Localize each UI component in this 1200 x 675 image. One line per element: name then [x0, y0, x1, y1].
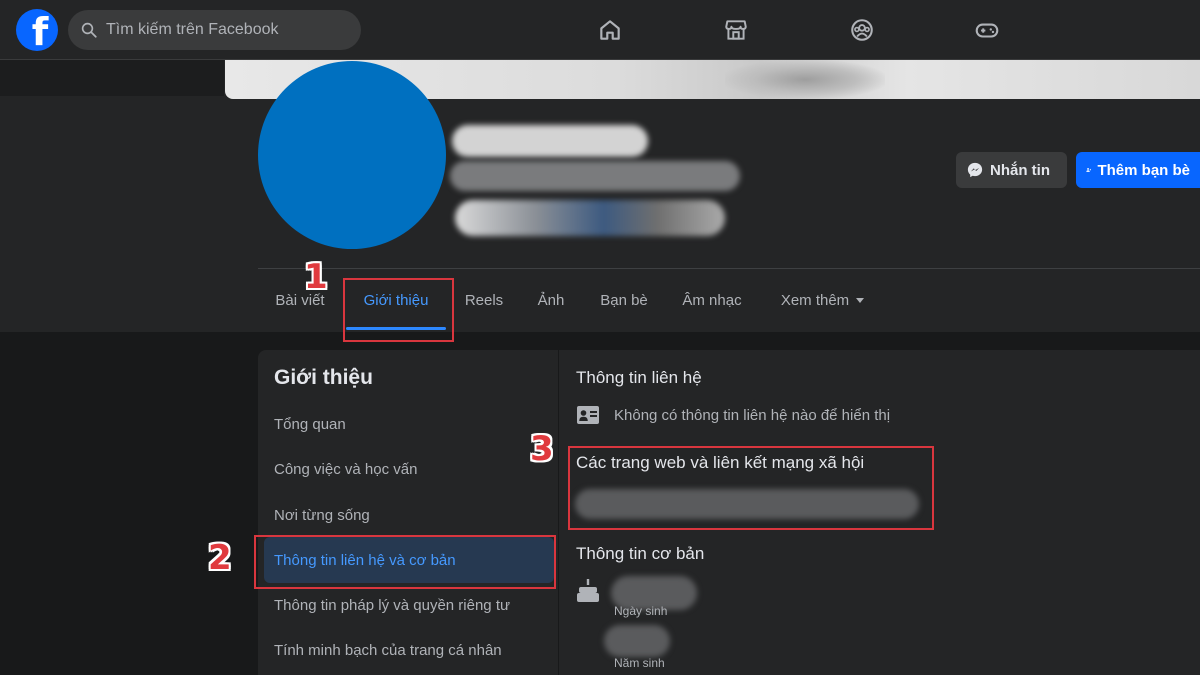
tab-photos[interactable]: Ảnh: [524, 270, 578, 330]
profile-avatar[interactable]: [258, 61, 446, 249]
search-icon: [81, 22, 97, 38]
tab-music[interactable]: Âm nhạc: [670, 270, 754, 330]
annotation-box-2: [254, 535, 556, 589]
birthday-cake-icon: [577, 579, 599, 602]
about-title: Giới thiệu: [274, 366, 373, 389]
birthday-label: Ngày sinh: [614, 604, 668, 618]
header-divider: [258, 268, 1200, 269]
add-friend-button[interactable]: Thêm bạn bè: [1076, 152, 1200, 188]
redacted-profile-name: [452, 125, 648, 157]
search-input[interactable]: [106, 21, 336, 39]
groups-icon[interactable]: [846, 14, 878, 46]
about-menu-work-education[interactable]: Công việc và học vấn: [264, 446, 554, 492]
about-menu-card: Giới thiệu Tổng quan Công việc và học vấ…: [258, 350, 558, 675]
basic-info-heading: Thông tin cơ bản: [576, 544, 705, 563]
annotation-number-2: 2: [208, 538, 232, 578]
message-button-label: Nhắn tin: [990, 161, 1050, 179]
search-box[interactable]: [68, 10, 361, 50]
gaming-icon[interactable]: [971, 14, 1003, 46]
no-contact-info-text: Không có thông tin liên hệ nào để hiển t…: [614, 406, 891, 424]
add-friend-icon: [1086, 168, 1092, 172]
top-navigation-bar: f: [0, 0, 1200, 60]
tab-friends[interactable]: Bạn bè: [588, 270, 660, 330]
birth-year-label: Năm sinh: [614, 656, 665, 670]
annotation-number-1: 1: [304, 257, 328, 297]
redacted-friends-avatars: [455, 200, 725, 236]
add-friend-button-label: Thêm bạn bè: [1097, 161, 1190, 179]
redacted-birth-year: [604, 625, 670, 657]
home-icon[interactable]: [594, 14, 626, 46]
tab-reels[interactable]: Reels: [452, 270, 516, 330]
about-menu-places-lived[interactable]: Nơi từng sống: [264, 492, 554, 538]
contact-info-heading: Thông tin liên hệ: [576, 368, 702, 387]
tab-posts[interactable]: Bài viết: [258, 270, 342, 330]
tab-more[interactable]: Xem thêm: [768, 270, 878, 330]
annotation-number-3: 3: [530, 429, 554, 469]
marketplace-icon[interactable]: [720, 14, 752, 46]
contact-card-icon: [577, 406, 599, 424]
caret-down-icon: [856, 298, 865, 303]
no-contact-info-row: Không có thông tin liên hệ nào để hiển t…: [576, 404, 890, 426]
left-gutter: [0, 60, 224, 96]
about-menu-transparency[interactable]: Tính minh bạch của trang cá nhân: [264, 627, 554, 673]
message-button[interactable]: Nhắn tin: [956, 152, 1067, 188]
annotation-box-1: [343, 278, 454, 342]
facebook-logo-icon[interactable]: f: [16, 9, 58, 51]
messenger-icon: [967, 162, 983, 178]
redacted-profile-subtitle: [450, 161, 740, 191]
annotation-box-3: [568, 446, 934, 530]
about-menu-overview[interactable]: Tổng quan: [264, 401, 554, 447]
cover-photo-detail: [725, 60, 885, 99]
